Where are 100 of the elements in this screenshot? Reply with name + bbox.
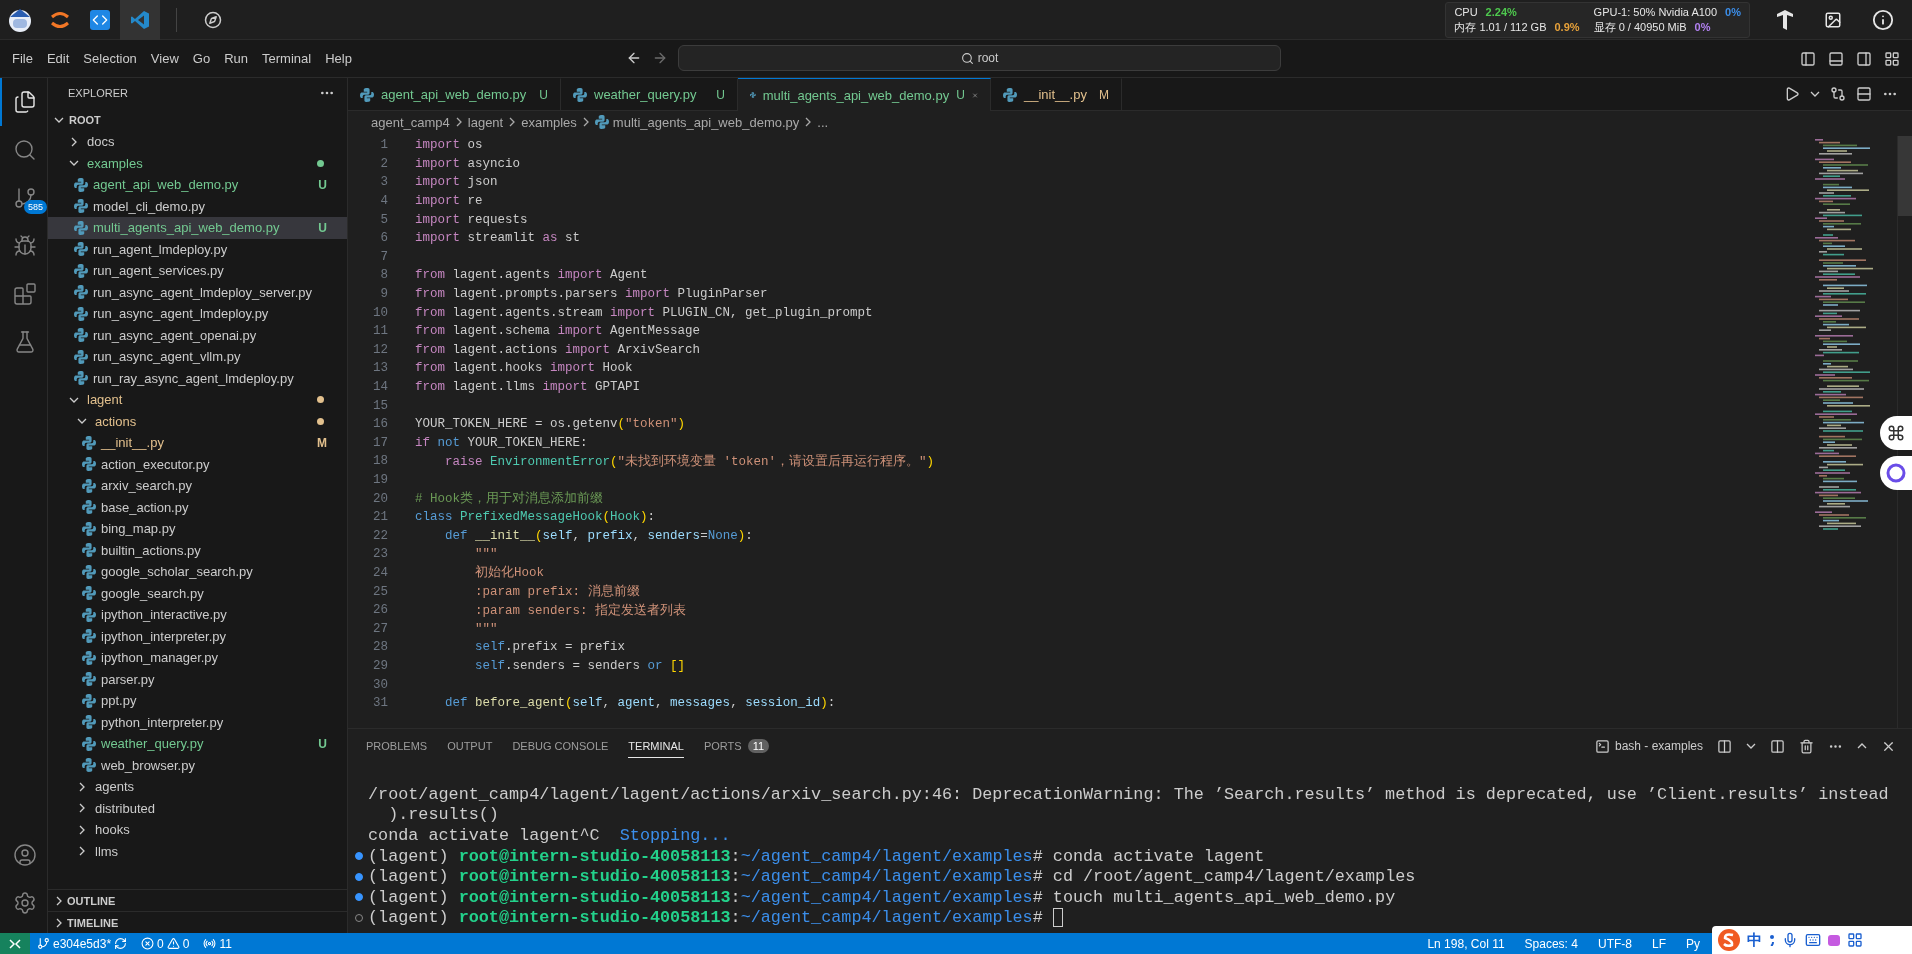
root-folder-header[interactable]: ROOT: [48, 108, 347, 131]
microphone-icon[interactable]: [1782, 932, 1798, 948]
breadcrumb-item[interactable]: lagent: [467, 114, 504, 130]
panel-toggle-icon[interactable]: [1828, 50, 1844, 67]
explorer-folder[interactable]: llms: [48, 840, 347, 862]
menu-item[interactable]: Go: [185, 47, 218, 70]
chevron-down-icon[interactable]: [69, 396, 79, 403]
explorer-folder[interactable]: docs: [48, 131, 347, 153]
chevron-right-icon[interactable]: [79, 846, 85, 857]
shortcut-widget[interactable]: [1880, 416, 1912, 450]
explorer-python-entry[interactable]: python_interpreter.py: [48, 711, 347, 733]
layout-icon[interactable]: [1884, 50, 1900, 67]
ime-mode[interactable]: 中: [1747, 930, 1762, 950]
mascot-icon[interactable]: [8, 7, 32, 32]
sidebar-toggle-icon[interactable]: [1800, 50, 1816, 67]
split-editor-icon[interactable]: [1856, 86, 1872, 102]
trash-icon[interactable]: [1799, 738, 1814, 754]
command-center-field[interactable]: root: [678, 45, 1281, 71]
image-icon[interactable]: [1824, 10, 1842, 29]
skin-icon[interactable]: [1828, 934, 1840, 946]
explorer-python-entry[interactable]: run_async_agent_lmdeploy_server.py: [48, 281, 347, 303]
chevron-down-icon[interactable]: [69, 160, 79, 167]
menu-item[interactable]: Edit: [39, 47, 77, 70]
secondary-sidebar-icon[interactable]: [1856, 50, 1872, 67]
explorer-python-entry[interactable]: google_search.py: [48, 582, 347, 604]
activity-item[interactable]: 585: [0, 174, 47, 222]
run-icon[interactable]: [1784, 86, 1800, 102]
status-item[interactable]: Spaces: 4: [1517, 936, 1585, 951]
scroll-thumb[interactable]: [1898, 136, 1912, 216]
explorer-folder[interactable]: hooks: [48, 819, 347, 841]
explorer-python-entry[interactable]: arxiv_search.py: [48, 475, 347, 497]
status-item[interactable]: LF: [1644, 936, 1673, 951]
status-item[interactable]: Py: [1679, 936, 1707, 951]
punctuation-icon[interactable]: [1769, 934, 1775, 946]
explorer-python-entry[interactable]: ipython_interpreter.py: [48, 625, 347, 647]
vscode-icon[interactable]: [131, 10, 149, 29]
keyboard-icon[interactable]: [1805, 932, 1821, 948]
status-item[interactable]: UTF-8: [1590, 936, 1639, 951]
jupyter-icon[interactable]: [51, 10, 69, 29]
explorer-python-entry[interactable]: model_cli_demo.py: [48, 195, 347, 217]
menu-item[interactable]: Terminal: [255, 47, 319, 70]
problems-status[interactable]: 0 0: [134, 936, 197, 951]
branch-status[interactable]: e304e5d3*: [30, 936, 135, 951]
chevron-down-icon[interactable]: [77, 418, 87, 425]
minimap-drawing[interactable]: [1815, 139, 1875, 531]
chevron-right-icon[interactable]: [56, 895, 62, 906]
explorer-folder[interactable]: distributed: [48, 797, 347, 819]
remote-indicator[interactable]: [0, 933, 30, 954]
explorer-python-entry[interactable]: run_agent_services.py: [48, 260, 347, 282]
compass-icon[interactable]: [204, 10, 222, 29]
explorer-python-entry[interactable]: weather_query.py U: [48, 733, 347, 755]
chevron-right-icon[interactable]: [79, 824, 85, 835]
explorer-folder[interactable]: examples: [48, 152, 347, 174]
panel-tab[interactable]: PORTS 11: [703, 734, 770, 758]
explorer-python-entry[interactable]: ppt.py: [48, 690, 347, 712]
panel-tab[interactable]: DEBUG CONSOLE: [512, 734, 609, 758]
new-terminal-icon[interactable]: [1717, 738, 1732, 754]
explorer-python-entry[interactable]: run_async_agent_openai.py: [48, 324, 347, 346]
chevron-down-icon[interactable]: [1746, 743, 1756, 749]
explorer-python-entry[interactable]: base_action.py: [48, 496, 347, 518]
chevron-down-icon[interactable]: [1810, 91, 1820, 97]
explorer-python-entry[interactable]: run_ray_async_agent_lmdeploy.py: [48, 367, 347, 389]
chevron-right-icon[interactable]: [56, 917, 62, 928]
explorer-python-entry[interactable]: __init__.py M: [48, 432, 347, 454]
explorer-python-entry[interactable]: agent_api_web_demo.py U: [48, 174, 347, 196]
menu-item[interactable]: Run: [217, 47, 255, 70]
explorer-python-entry[interactable]: bing_map.py: [48, 518, 347, 540]
explorer-python-entry[interactable]: google_scholar_search.py: [48, 561, 347, 583]
explorer-python-entry[interactable]: action_executor.py: [48, 453, 347, 475]
split-icon[interactable]: [1770, 738, 1785, 754]
explorer-folder[interactable]: lagent: [48, 389, 347, 411]
status-item[interactable]: Ln 198, Col 11: [1420, 936, 1512, 951]
menu-item[interactable]: Selection: [76, 47, 144, 70]
chevron-up-icon[interactable]: [1857, 743, 1867, 749]
panel-tab[interactable]: TERMINAL: [628, 734, 684, 758]
chevron-right-icon[interactable]: [71, 136, 77, 147]
explorer-python-entry[interactable]: multi_agents_api_web_demo.py U: [48, 217, 347, 239]
panel-tab[interactable]: PROBLEMS: [366, 734, 428, 758]
chevron-right-icon[interactable]: [79, 781, 85, 792]
info-icon[interactable]: [1872, 8, 1894, 31]
explorer-python-entry[interactable]: run_async_agent_lmdeploy.py: [48, 303, 347, 325]
assistant-widget[interactable]: [1880, 456, 1912, 490]
chevron-right-icon[interactable]: [79, 803, 85, 814]
settings-icon[interactable]: [12, 891, 37, 915]
explorer-folder[interactable]: agents: [48, 776, 347, 798]
ports-status[interactable]: 11: [196, 936, 239, 951]
explorer-python-entry[interactable]: web_browser.py: [48, 754, 347, 776]
compare-icon[interactable]: [1830, 86, 1846, 102]
terminal-selector[interactable]: bash - examples: [1594, 738, 1703, 754]
code-icon[interactable]: [90, 9, 110, 30]
explorer-python-entry[interactable]: run_async_agent_vllm.py: [48, 346, 347, 368]
section-header[interactable]: OUTLINE: [48, 889, 347, 911]
input-method-bar[interactable]: 中: [1712, 926, 1912, 954]
tensor-logo-icon[interactable]: [1776, 9, 1794, 30]
explorer-python-entry[interactable]: ipython_manager.py: [48, 647, 347, 669]
breadcrumb-item[interactable]: examples: [521, 114, 577, 130]
menu-item[interactable]: Help: [318, 47, 359, 70]
account-icon[interactable]: [12, 843, 37, 867]
panel-tab[interactable]: OUTPUT: [447, 734, 493, 758]
explorer-python-entry[interactable]: run_agent_lmdeploy.py: [48, 238, 347, 260]
